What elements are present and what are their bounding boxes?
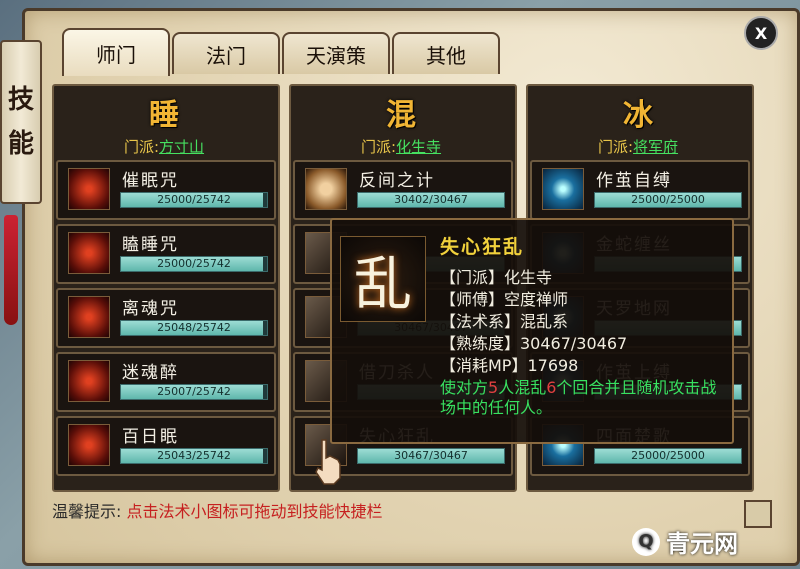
sect-line: 门派:方寸山 [52,136,276,157]
tab-tianyance[interactable]: 天演策 [282,32,390,74]
proficiency-text: 25007/25742 [157,385,231,398]
skill-icon[interactable] [68,360,110,402]
sect-link[interactable]: 化生寺 [396,138,441,156]
proficiency-text: 30402/30467 [394,193,468,206]
watermark-logo-icon: Q [632,527,660,556]
watermark-text: 青元网 [666,530,738,558]
skill-name: 瞌睡咒 [122,235,179,255]
sect-line: 门派:化生寺 [289,136,513,157]
tab-famen[interactable]: 法门 [172,32,280,74]
tab-other[interactable]: 其他 [392,32,500,74]
hint-text: 点击法术小图标可拖动到技能快捷栏 [126,502,383,521]
proficiency-text: 25000/25742 [157,193,231,206]
desc-num-targets: 5 [488,378,499,397]
tooltip-sect: 【门派】化生寺 [440,268,553,287]
proficiency-text: 25000/25742 [157,257,231,270]
skill-proficiency-bar: 25007/25742 [120,384,268,400]
desc-mid: 人混乱 [498,378,547,397]
skill-icon[interactable] [68,232,110,274]
tassel-decoration [4,215,18,325]
skill-icon[interactable] [542,168,584,210]
skill-row[interactable]: 瞌睡咒 25000/25742 [56,224,276,284]
skill-name: 催眠咒 [122,171,179,191]
tooltip-school-type: 【法术系】混乱系 [440,312,569,331]
skill-name: 反间之计 [359,171,435,191]
school-element-title: 冰 [623,98,653,133]
watermark: Q 青元网 [632,524,738,559]
skill-name: 离魂咒 [122,299,179,319]
proficiency-text: 25000/25000 [631,449,705,462]
skill-row[interactable]: 百日眠 25043/25742 [56,416,276,476]
hand-cursor-icon [315,439,341,485]
skill-name: 迷魂醉 [122,363,179,383]
side-title-char-2: 能 [7,129,34,159]
skill-tooltip-icon: 乱 [340,236,426,322]
proficiency-text: 25048/25742 [157,321,231,334]
skill-proficiency-bar: 25000/25742 [120,192,268,208]
skill-row[interactable]: 反间之计 30402/30467 [293,160,513,220]
sect-label: 门派: [360,138,397,156]
skill-name: 百日眠 [122,427,179,447]
skill-proficiency-bar: 25000/25000 [594,448,742,464]
tooltip-mp-cost: 【消耗MP】17698 [440,356,579,375]
hint-bar: 温馨提示: 点击法术小图标可拖动到技能快捷栏 [52,498,383,522]
skill-icon[interactable] [68,424,110,466]
tab-shimen[interactable]: 师门 [62,28,170,76]
hint-label: 温馨提示: [52,502,122,521]
close-button[interactable]: X [744,16,778,50]
skill-tooltip: 乱 失心狂乱 【门派】化生寺 【师傅】空度禅师 【法术系】混乱系 【熟练度】30… [330,218,734,444]
sect-line: 门派:将军府 [526,136,750,157]
tooltip-master: 【师傅】空度禅师 [440,290,569,309]
skill-name: 作茧自缚 [596,171,672,191]
desc-num-rounds: 6 [546,378,557,397]
skill-proficiency-bar: 25000/25000 [594,192,742,208]
proficiency-text: 25043/25742 [157,449,231,462]
skill-row[interactable]: 作茧自缚 25000/25000 [530,160,750,220]
side-title-char-1: 技 [7,85,34,115]
skill-proficiency-bar: 25048/25742 [120,320,268,336]
school-element-title: 睡 [149,98,179,133]
sect-label: 门派: [123,138,160,156]
proficiency-text: 25000/25000 [631,193,705,206]
skill-row[interactable]: 离魂咒 25048/25742 [56,288,276,348]
tooltip-proficiency: 【熟练度】30467/30467 [440,334,628,353]
school-element-title: 混 [386,98,416,133]
skill-proficiency-bar: 30402/30467 [357,192,505,208]
skill-tooltip-title: 失心狂乱 [440,236,525,258]
skill-proficiency-bar: 25043/25742 [120,448,268,464]
skill-icon[interactable] [68,296,110,338]
skill-proficiency-bar: 25000/25742 [120,256,268,272]
sect-link[interactable]: 将军府 [633,138,678,156]
skill-icon[interactable] [68,168,110,210]
skill-proficiency-bar: 30467/30467 [357,448,505,464]
skill-icon[interactable] [305,168,347,210]
sect-label: 门派: [597,138,634,156]
sect-link[interactable]: 方寸山 [159,138,204,156]
tooltip-description: 使对方5人混乱6个回合并且随机攻击战场中的任何人。 [440,378,730,418]
proficiency-text: 30467/30467 [394,449,468,462]
desc-pre: 使对方 [440,378,489,397]
seal-stamp-icon [744,500,772,528]
side-title-scroll: 技 能 [0,40,42,204]
skill-row[interactable]: 催眠咒 25000/25742 [56,160,276,220]
skill-row[interactable]: 迷魂醉 25007/25742 [56,352,276,412]
